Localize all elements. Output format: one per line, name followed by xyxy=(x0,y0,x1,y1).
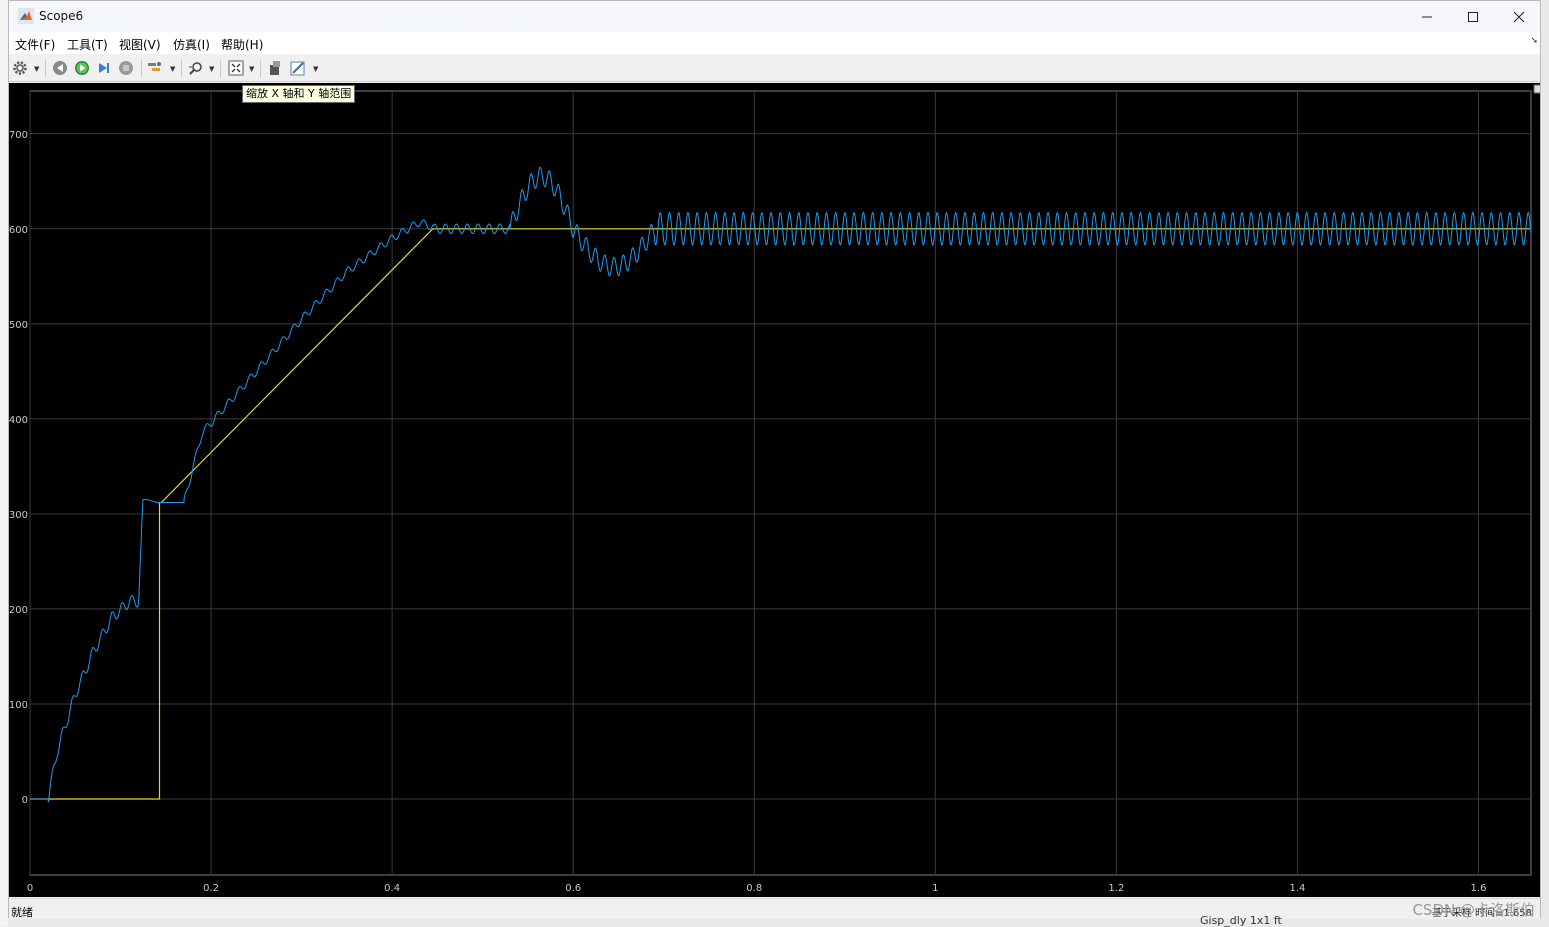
window-title: Scope6 xyxy=(39,9,84,23)
zoom-icon xyxy=(189,62,202,75)
axes-menu-icon xyxy=(1533,84,1543,94)
stop-button[interactable] xyxy=(117,59,135,77)
y-tick-label: 200 xyxy=(9,605,28,616)
background-fragment: Gisp_dly 1x1 ft xyxy=(1200,914,1282,927)
y-tick-label: 600 xyxy=(9,225,28,236)
menu-simulation[interactable]: 仿真(I) xyxy=(173,36,210,53)
watermark: CSDN @卡洛斯伯 xyxy=(1412,901,1535,919)
y-tick-label: 300 xyxy=(9,510,28,521)
x-tick-label: 1.4 xyxy=(1289,883,1305,894)
run-icon xyxy=(75,61,89,75)
toolbar-separator xyxy=(181,60,182,77)
y-tick-label: 700 xyxy=(9,130,28,141)
menu-view[interactable]: 视图(V) xyxy=(119,36,161,53)
toolbar-separator xyxy=(220,60,221,77)
toolbar-separator xyxy=(45,60,46,77)
y-tick-label: 500 xyxy=(9,320,28,331)
settings-button[interactable] xyxy=(11,59,29,77)
x-tick-label: 1 xyxy=(932,883,938,894)
autoscale-icon xyxy=(228,60,244,76)
maximize-button[interactable] xyxy=(1450,1,1496,32)
settings-dropdown-icon[interactable]: ▼ xyxy=(34,65,39,73)
x-tick-label: 0 xyxy=(27,883,33,894)
close-icon xyxy=(1513,11,1525,22)
toolbar-separator xyxy=(260,60,261,77)
minimize-button[interactable] xyxy=(1404,1,1450,32)
menu-help[interactable]: 帮助(H) xyxy=(221,36,263,53)
highlight-icon xyxy=(148,62,161,71)
step-back-icon xyxy=(53,61,67,75)
menu-tools[interactable]: 工具(T) xyxy=(67,36,108,53)
x-tick-label: 0.6 xyxy=(565,883,581,894)
autoscale-dropdown-icon[interactable]: ▼ xyxy=(249,65,254,73)
step-forward-icon xyxy=(99,63,109,73)
minimize-icon xyxy=(1422,16,1432,17)
stop-icon xyxy=(119,61,133,75)
menu-bar: 文件(F) 工具(T) 视图(V) 仿真(I) 帮助(H) ➘ xyxy=(9,32,1540,54)
y-tick-label: 0 xyxy=(22,795,28,806)
autoscale-button[interactable] xyxy=(227,59,245,77)
matlab-icon xyxy=(18,8,34,24)
x-tick-label: 1.6 xyxy=(1471,883,1487,894)
style-icon xyxy=(290,61,305,76)
menu-file[interactable]: 文件(F) xyxy=(15,36,55,53)
style-button[interactable] xyxy=(289,59,307,77)
highlight-dropdown-icon[interactable]: ▼ xyxy=(170,65,175,73)
background-window-edge xyxy=(0,0,8,926)
scope-chart[interactable]: 0 0.2 0.4 0.6 0.8 1 1.2 1.4 1.6 0 100 200 300 400 500 6… xyxy=(9,83,1543,897)
close-button[interactable] xyxy=(1496,1,1542,32)
plot-area[interactable]: 0 0.2 0.4 0.6 0.8 1 1.2 1.4 1.6 0 100 200 300 400 500 6… xyxy=(9,83,1543,897)
tooltip: 缩放 X 轴和 Y 轴范围 xyxy=(242,85,356,103)
toolbar-separator xyxy=(141,60,142,77)
status-bar: 就绪 基于采样 时间=1.658 xyxy=(9,898,1540,919)
x-tick-label: 0.4 xyxy=(384,883,400,894)
maximize-icon xyxy=(1468,11,1478,22)
style-dropdown-icon[interactable]: ▼ xyxy=(313,65,318,73)
x-tick-label: 0.8 xyxy=(746,883,762,894)
scope-window: Scope6 文件(F) 工具(T) 视图(V) 仿真(I) 帮助(H) ➘ ▼ xyxy=(8,0,1543,919)
zoom-button[interactable] xyxy=(187,59,205,77)
pin-icon[interactable]: ➘ xyxy=(1530,36,1538,46)
toolbar: ▼ ▼ ▼ ▼ ▼ xyxy=(9,56,1540,82)
axes-box xyxy=(29,90,1532,876)
x-tick-label: 1.2 xyxy=(1108,883,1124,894)
y-tick-label: 400 xyxy=(9,415,28,426)
restore-icon xyxy=(270,61,280,75)
title-bar[interactable]: Scope6 xyxy=(9,1,1540,32)
restore-button[interactable] xyxy=(266,59,284,77)
highlight-button[interactable] xyxy=(146,59,164,77)
step-forward-button[interactable] xyxy=(95,59,113,77)
y-tick-label: 100 xyxy=(9,700,28,711)
settings-icon xyxy=(13,61,27,75)
x-tick-label: 0.2 xyxy=(203,883,219,894)
zoom-dropdown-icon[interactable]: ▼ xyxy=(209,65,214,73)
status-text: 就绪 xyxy=(11,906,33,919)
step-back-button[interactable] xyxy=(51,59,69,77)
run-button[interactable] xyxy=(73,59,91,77)
